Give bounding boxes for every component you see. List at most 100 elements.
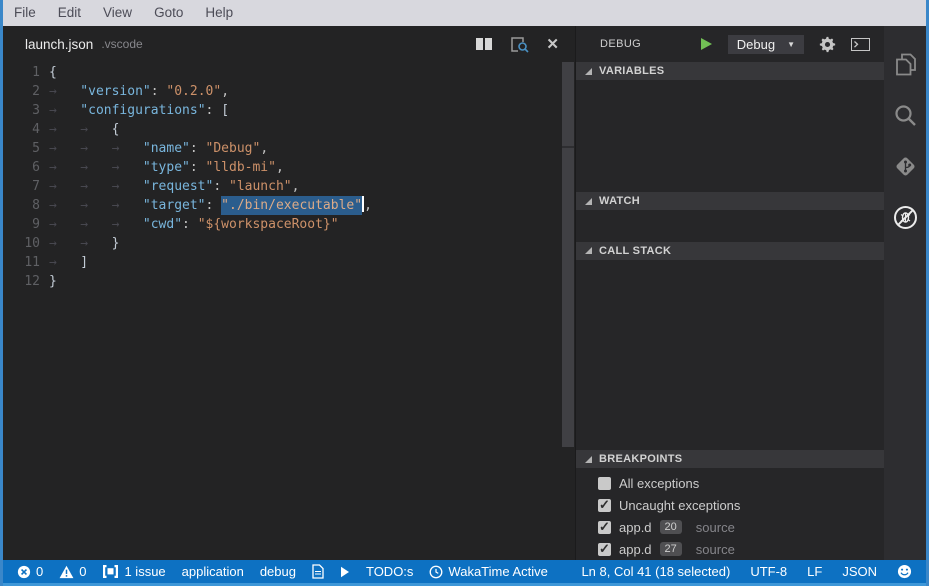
- split-editor-button[interactable]: [475, 37, 493, 51]
- activity-files-button[interactable]: [884, 39, 926, 90]
- status-0[interactable]: 0: [17, 564, 43, 579]
- code-token-str: "lldb-mi": [206, 158, 276, 177]
- activity-debug-button[interactable]: [884, 192, 926, 243]
- line-number: 4: [3, 120, 49, 139]
- expand-triangle-icon: [585, 456, 592, 463]
- status-label: 1 issue: [124, 564, 165, 579]
- menu-item-view[interactable]: View: [92, 0, 143, 26]
- code-line-8[interactable]: 8→→→"target": "./bin/executable",: [3, 196, 575, 215]
- start-debug-button[interactable]: [699, 37, 713, 51]
- code-line-2[interactable]: 2→"version": "0.2.0",: [3, 82, 575, 101]
- gear-icon: [819, 36, 836, 53]
- section-breakpoints[interactable]: BREAKPOINTS: [576, 450, 884, 468]
- code-token-punct: ,: [276, 158, 284, 177]
- code-line-1[interactable]: 1{: [3, 63, 575, 82]
- line-number: 10: [3, 234, 49, 253]
- checkbox-unchecked[interactable]: [598, 477, 611, 490]
- breakpoint-row[interactable]: app.d20source: [576, 516, 884, 538]
- section-call-stack[interactable]: CALL STACK: [576, 242, 884, 260]
- status-label: JSON: [842, 564, 877, 579]
- tab-whitespace-arrow-icon: →: [80, 158, 111, 177]
- status-debug[interactable]: debug: [260, 564, 296, 579]
- tab-launch-json[interactable]: launch.json .vscode: [3, 26, 155, 62]
- status-lf[interactable]: LF: [807, 564, 822, 579]
- code-line-5[interactable]: 5→→→"name": "Debug",: [3, 139, 575, 158]
- activity-git-button[interactable]: [884, 141, 926, 192]
- code-line-10[interactable]: 10→→}: [3, 234, 575, 253]
- status-1-issue[interactable]: 1 issue: [102, 564, 165, 579]
- vscode-window: FileEditViewGotoHelp launch.json .vscode…: [0, 0, 929, 586]
- chevron-down-icon: ▼: [787, 40, 795, 49]
- code-token-punct: :: [151, 82, 167, 101]
- status-bar: 0 0 1 issue application debug TODO:s WakaTime …: [3, 560, 926, 583]
- debug-console-icon: [851, 38, 870, 51]
- code-line-11[interactable]: 11→]: [3, 253, 575, 272]
- section-watch-label: WATCH: [599, 195, 640, 207]
- menu-item-help[interactable]: Help: [194, 0, 244, 26]
- line-number: 1: [3, 63, 49, 82]
- close-icon: ✕: [546, 37, 559, 52]
- line-number: 5: [3, 139, 49, 158]
- status-file[interactable]: [312, 564, 324, 579]
- activity-search-button[interactable]: [884, 90, 926, 141]
- status-utf-8[interactable]: UTF-8: [750, 564, 787, 579]
- section-watch[interactable]: WATCH: [576, 192, 884, 210]
- code-line-7[interactable]: 7→→→"request": "launch",: [3, 177, 575, 196]
- scrollbar-thumb[interactable]: [562, 62, 574, 447]
- run-icon: [340, 566, 350, 578]
- editor-scrollbar[interactable]: [561, 62, 575, 560]
- split-editor-icon: [475, 37, 493, 51]
- tab-whitespace-arrow-icon: →: [49, 234, 80, 253]
- tab-filename: launch.json: [25, 37, 93, 52]
- checkbox-checked[interactable]: [598, 543, 611, 556]
- status-ln-8-col-41-18-selected[interactable]: Ln 8, Col 41 (18 selected): [581, 564, 730, 579]
- tab-whitespace-arrow-icon: →: [80, 215, 111, 234]
- code-line-9[interactable]: 9→→→"cwd": "${workspaceRoot}": [3, 215, 575, 234]
- status-0[interactable]: 0: [59, 564, 86, 579]
- search-icon: [893, 103, 918, 128]
- code-token-str: "Debug": [206, 139, 261, 158]
- code-line-12[interactable]: 12}: [3, 272, 575, 291]
- status-label: TODO:s: [366, 564, 413, 579]
- open-preview-button[interactable]: [510, 36, 529, 53]
- menu-item-edit[interactable]: Edit: [47, 0, 92, 26]
- debug-console-button[interactable]: [851, 38, 870, 51]
- debug-config-dropdown[interactable]: Debug ▼: [728, 35, 804, 54]
- code-editor[interactable]: 1{2→"version": "0.2.0",3→"configurations…: [3, 62, 575, 560]
- line-number: 7: [3, 177, 49, 196]
- code-token-punct: :: [206, 196, 222, 215]
- menu-item-goto[interactable]: Goto: [143, 0, 194, 26]
- code-token-brace: {: [112, 120, 120, 139]
- breakpoint-row[interactable]: All exceptions: [576, 472, 884, 494]
- section-variables[interactable]: VARIABLES: [576, 62, 884, 80]
- code-token-str: "${workspaceRoot}": [198, 215, 339, 234]
- selected-text: "./bin/executable": [221, 196, 362, 215]
- status-json[interactable]: JSON: [842, 564, 877, 579]
- breakpoint-row[interactable]: app.d27source: [576, 538, 884, 560]
- status-run[interactable]: [340, 566, 350, 578]
- status-label: WakaTime Active: [448, 564, 547, 579]
- checkbox-checked[interactable]: [598, 521, 611, 534]
- code-line-6[interactable]: 6→→→"type": "lldb-mi",: [3, 158, 575, 177]
- breakpoint-row[interactable]: Uncaught exceptions: [576, 494, 884, 516]
- checkbox-checked[interactable]: [598, 499, 611, 512]
- code-token-key: "request": [143, 177, 213, 196]
- breakpoint-label: app.d: [619, 520, 652, 535]
- code-token-punct: ,: [221, 82, 229, 101]
- status-smiley[interactable]: [897, 564, 912, 579]
- tab-whitespace-arrow-icon: →: [49, 101, 80, 120]
- code-line-3[interactable]: 3→"configurations": [: [3, 101, 575, 120]
- line-number: 9: [3, 215, 49, 234]
- menu-item-file[interactable]: File: [3, 0, 47, 26]
- code-line-4[interactable]: 4→→{: [3, 120, 575, 139]
- status-todo-s[interactable]: TODO:s: [366, 564, 413, 579]
- tab-whitespace-arrow-icon: →: [80, 177, 111, 196]
- smiley-icon: [897, 564, 912, 579]
- code-token-punct: :: [190, 139, 206, 158]
- variables-body: [576, 80, 884, 192]
- status-label: debug: [260, 564, 296, 579]
- status-application[interactable]: application: [182, 564, 244, 579]
- debug-settings-button[interactable]: [819, 36, 836, 53]
- status-wakatime-active[interactable]: WakaTime Active: [429, 564, 547, 579]
- close-button[interactable]: ✕: [546, 37, 559, 52]
